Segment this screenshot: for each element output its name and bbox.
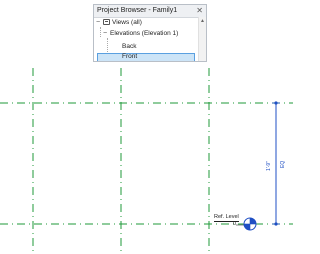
close-icon[interactable]: ✕ [196,5,203,16]
level-head-marker[interactable] [243,217,257,231]
tree-item-front-label: Front [122,53,138,60]
views-icon [103,19,110,25]
tree-item-selected-highlight [97,53,195,61]
dimension-value-text[interactable]: 1'-9" [266,161,272,171]
tree-item-views[interactable]: − Views (all) [96,18,142,27]
tree-item-elevations-label: Elevations (Elevation 1) [110,30,179,37]
scroll-up-icon[interactable]: ▲ [199,18,206,24]
tree-item-back[interactable]: Back [122,42,136,51]
tree-item-views-label: Views (all) [112,19,142,26]
dimension-eq-text[interactable]: EQ [280,161,286,168]
tree-guide-line [100,27,101,37]
tree-item-back-label: Back [122,43,137,50]
tree-item-front[interactable]: Front [122,52,137,61]
project-browser-titlebar[interactable]: Project Browser - Family1 ✕ [94,5,206,18]
project-browser-panel[interactable]: Project Browser - Family1 ✕ − Views (all)… [93,4,207,62]
collapse-toggle-icon[interactable]: − [103,29,110,38]
level-elevation-label: 0 [233,221,237,227]
collapse-toggle-icon[interactable]: − [96,18,103,27]
vertical-scrollbar[interactable]: ▲ [198,17,206,61]
project-browser-title: Project Browser - Family1 [97,7,178,14]
tree-item-elevations[interactable]: − Elevations (Elevation 1) [103,29,178,38]
